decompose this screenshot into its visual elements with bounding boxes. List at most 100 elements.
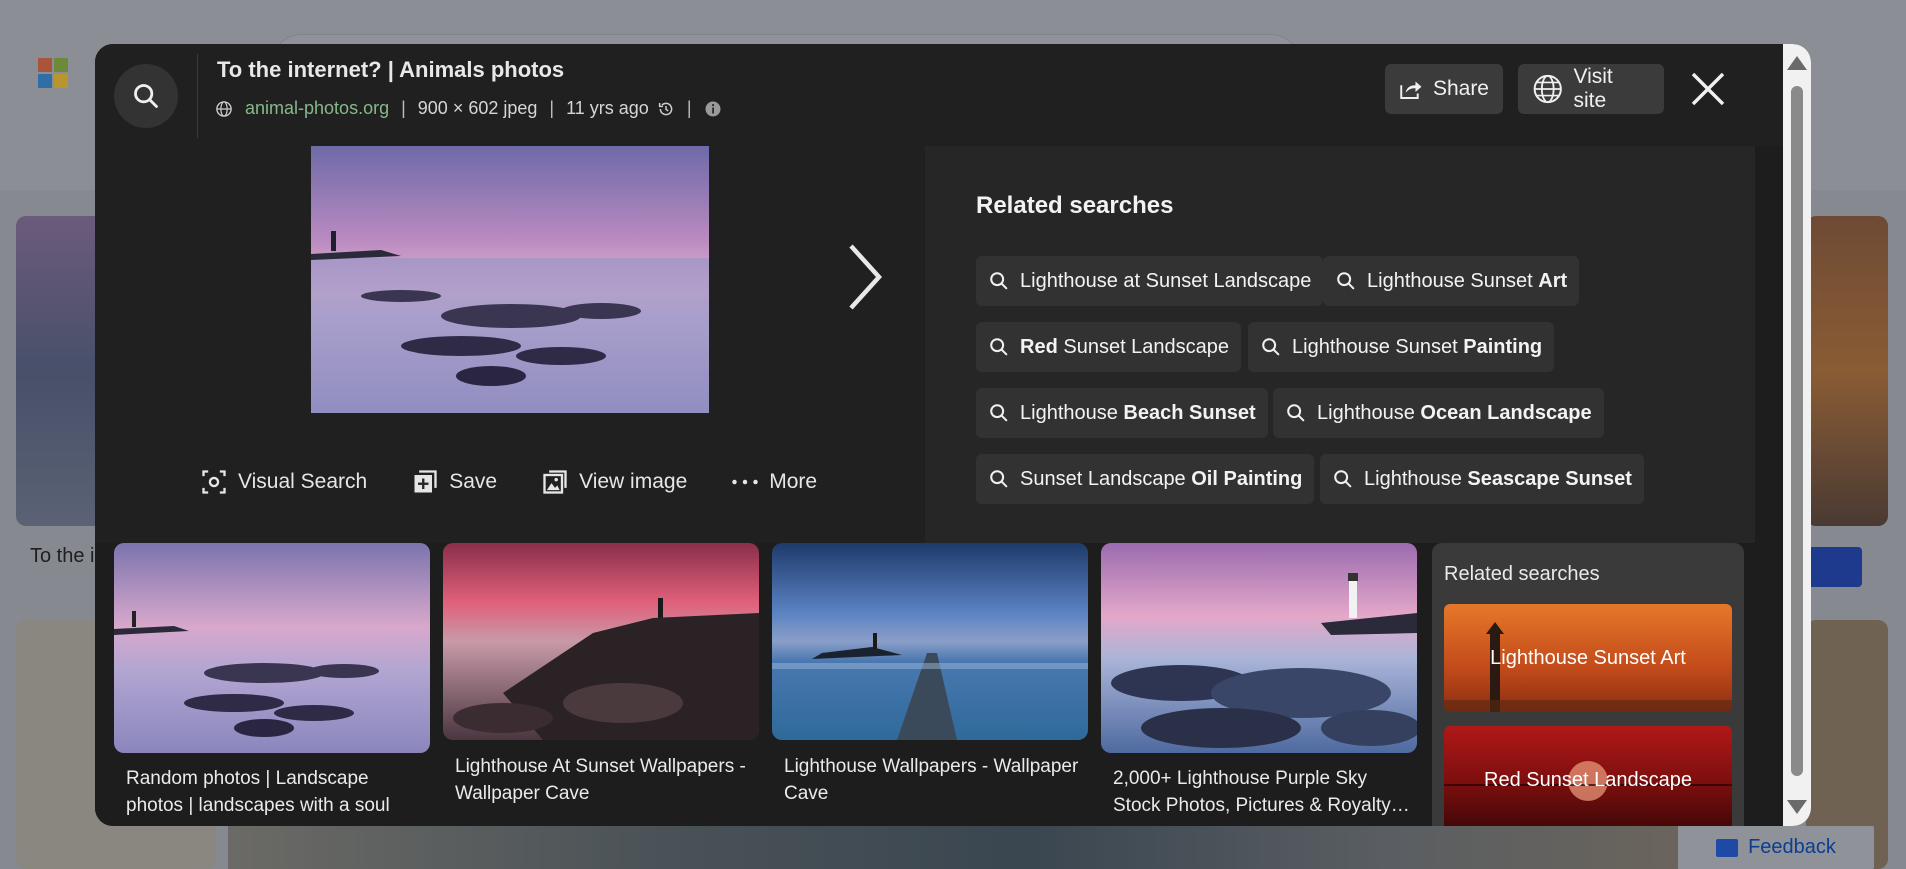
image-title: To the internet? | Animals photos bbox=[217, 57, 565, 82]
related-tile-label: Red Sunset Landscape bbox=[1484, 768, 1692, 791]
image-card[interactable]: Random photos | Landscape photos | lands… bbox=[114, 543, 430, 819]
chip-label-text: Sunset Landscape bbox=[1057, 335, 1230, 358]
search-icon bbox=[1287, 404, 1305, 422]
chip-label-text: Lighthouse bbox=[1317, 401, 1421, 424]
view-image-button[interactable]: View image bbox=[541, 468, 687, 496]
chip-label: Lighthouse Sunset Art bbox=[1367, 270, 1567, 293]
share-icon bbox=[1400, 81, 1422, 99]
chip-label-text: Lighthouse at Sunset Landscape bbox=[1020, 269, 1312, 292]
image-dimensions: 900 × 602 jpeg bbox=[417, 98, 538, 118]
image-card[interactable]: 2,000+ Lighthouse Purple Sky Stock Photo… bbox=[1101, 543, 1417, 819]
save-button[interactable]: Save bbox=[411, 468, 497, 496]
related-tile-label: Lighthouse Sunset Art bbox=[1490, 646, 1686, 669]
feedback-label: Feedback bbox=[1748, 836, 1836, 858]
search-button[interactable] bbox=[114, 64, 178, 128]
related-search-chip[interactable]: Lighthouse Sunset Art bbox=[1323, 256, 1580, 306]
chip-label: Sunset Landscape Oil Painting bbox=[1020, 468, 1302, 491]
scrollbar-thumb[interactable] bbox=[1791, 86, 1803, 776]
action-label: Visual Search bbox=[238, 470, 368, 493]
more-button[interactable]: More bbox=[731, 468, 817, 496]
microsoft-logo-icon bbox=[38, 58, 68, 88]
visit-site-button[interactable]: Visit site bbox=[1518, 64, 1664, 114]
meta-separator: | bbox=[549, 98, 555, 118]
search-icon bbox=[990, 272, 1008, 290]
search-icon bbox=[1262, 338, 1280, 356]
card-caption[interactable]: 2,000+ Lighthouse Purple Sky Stock Photo… bbox=[1101, 765, 1417, 819]
meta-separator: | bbox=[401, 98, 406, 118]
chip-label-text: Lighthouse bbox=[1364, 467, 1468, 490]
image-detail-modal: To the internet? | Animals photos animal… bbox=[95, 44, 1811, 826]
related-search-tile[interactable]: Lighthouse Sunset Art bbox=[1444, 604, 1732, 712]
image-card[interactable]: Lighthouse Wallpapers - Wallpaper Cave bbox=[772, 543, 1088, 807]
background-thumbnail bbox=[228, 826, 1678, 869]
related-search-chip[interactable]: Sunset Landscape Oil Painting bbox=[976, 454, 1315, 504]
search-icon bbox=[1334, 470, 1352, 488]
chip-label-emphasis: Oil Painting bbox=[1191, 467, 1303, 490]
card-caption[interactable]: Lighthouse Wallpapers - Wallpaper Cave bbox=[772, 753, 1088, 807]
chip-label-emphasis: Art bbox=[1538, 269, 1568, 292]
card-thumbnail[interactable] bbox=[114, 543, 430, 753]
history-icon[interactable] bbox=[657, 100, 675, 118]
related-search-chip[interactable]: Lighthouse Seascape Sunset bbox=[1320, 454, 1644, 504]
image-card[interactable]: Lighthouse At Sunset Wallpapers - Wallpa… bbox=[443, 543, 759, 807]
action-label: Save bbox=[449, 470, 498, 493]
feedback-button[interactable]: Feedback bbox=[1678, 826, 1874, 869]
more-dots-icon bbox=[732, 479, 758, 485]
related-search-chip[interactable]: Lighthouse Ocean Landscape bbox=[1273, 388, 1604, 438]
visual-search-button[interactable]: Visual Search bbox=[200, 468, 367, 496]
source-link[interactable]: animal-photos.org bbox=[245, 98, 389, 119]
chip-label: Lighthouse Ocean Landscape bbox=[1317, 402, 1592, 425]
chip-label: Lighthouse Seascape Sunset bbox=[1364, 468, 1632, 491]
related-searches-title: Related searches bbox=[976, 192, 1174, 219]
next-image-arrow-icon[interactable] bbox=[845, 242, 885, 312]
chip-label: Red Sunset Landscape bbox=[1020, 336, 1229, 359]
search-icon bbox=[990, 470, 1008, 488]
related-search-chip[interactable]: Lighthouse at Sunset Landscape bbox=[976, 256, 1324, 306]
image-actions: Visual Search Save View image More bbox=[200, 468, 817, 496]
save-icon bbox=[414, 470, 437, 493]
globe-icon bbox=[1533, 74, 1562, 104]
share-button[interactable]: Share bbox=[1385, 64, 1503, 114]
related-search-chip[interactable]: Lighthouse Sunset Painting bbox=[1248, 322, 1555, 372]
main-image[interactable] bbox=[311, 146, 709, 413]
card-thumbnail[interactable] bbox=[1101, 543, 1417, 753]
chip-label-text: Sunset Landscape bbox=[1020, 467, 1192, 490]
scroll-down-icon[interactable] bbox=[1783, 796, 1811, 816]
card-thumbnail[interactable] bbox=[772, 543, 1088, 740]
chip-label: Lighthouse Beach Sunset bbox=[1020, 402, 1256, 425]
chip-label-text: Lighthouse Sunset bbox=[1292, 335, 1464, 358]
chip-label-emphasis: Beach Sunset bbox=[1123, 401, 1256, 424]
search-icon bbox=[1337, 272, 1355, 290]
card-thumbnail[interactable] bbox=[443, 543, 759, 740]
card-caption[interactable]: Random photos | Landscape photos | lands… bbox=[114, 765, 430, 819]
chip-label-text: Lighthouse bbox=[1020, 401, 1124, 424]
chip-label-emphasis: Red bbox=[1020, 335, 1058, 358]
background-caption: To the i bbox=[30, 545, 95, 567]
close-icon bbox=[1691, 72, 1725, 106]
chip-label-text: Lighthouse Sunset bbox=[1367, 269, 1539, 292]
info-icon[interactable] bbox=[704, 100, 722, 118]
close-button[interactable] bbox=[1683, 64, 1733, 114]
action-label: View image bbox=[579, 470, 688, 493]
image-age: 11 yrs ago bbox=[566, 98, 649, 118]
related-search-chip[interactable]: Lighthouse Beach Sunset bbox=[976, 388, 1268, 438]
chip-label: Lighthouse at Sunset Landscape bbox=[1020, 270, 1311, 293]
chip-label-emphasis: Seascape Sunset bbox=[1467, 467, 1632, 490]
related-search-chip[interactable]: Red Sunset Landscape bbox=[976, 322, 1242, 372]
background-thumbnail bbox=[1806, 216, 1888, 526]
search-icon bbox=[990, 404, 1008, 422]
chip-label-emphasis: Ocean Landscape bbox=[1420, 401, 1592, 424]
card-caption[interactable]: Lighthouse At Sunset Wallpapers - Wallpa… bbox=[443, 753, 759, 807]
feedback-icon bbox=[1716, 838, 1739, 857]
action-label: More bbox=[769, 470, 818, 493]
meta-separator: | bbox=[686, 98, 692, 118]
image-meta: animal-photos.org | 900 × 602 jpeg | 11 … bbox=[215, 98, 722, 119]
header-divider bbox=[197, 54, 198, 138]
scroll-up-icon[interactable] bbox=[1783, 54, 1811, 74]
chip-label-emphasis: Painting bbox=[1463, 335, 1543, 358]
related-search-tile[interactable]: Red Sunset Landscape bbox=[1444, 726, 1732, 826]
chip-label: Lighthouse Sunset Painting bbox=[1292, 336, 1542, 359]
visit-site-label: Visit site bbox=[1573, 65, 1613, 112]
share-label: Share bbox=[1432, 77, 1489, 100]
search-icon bbox=[990, 338, 1008, 356]
